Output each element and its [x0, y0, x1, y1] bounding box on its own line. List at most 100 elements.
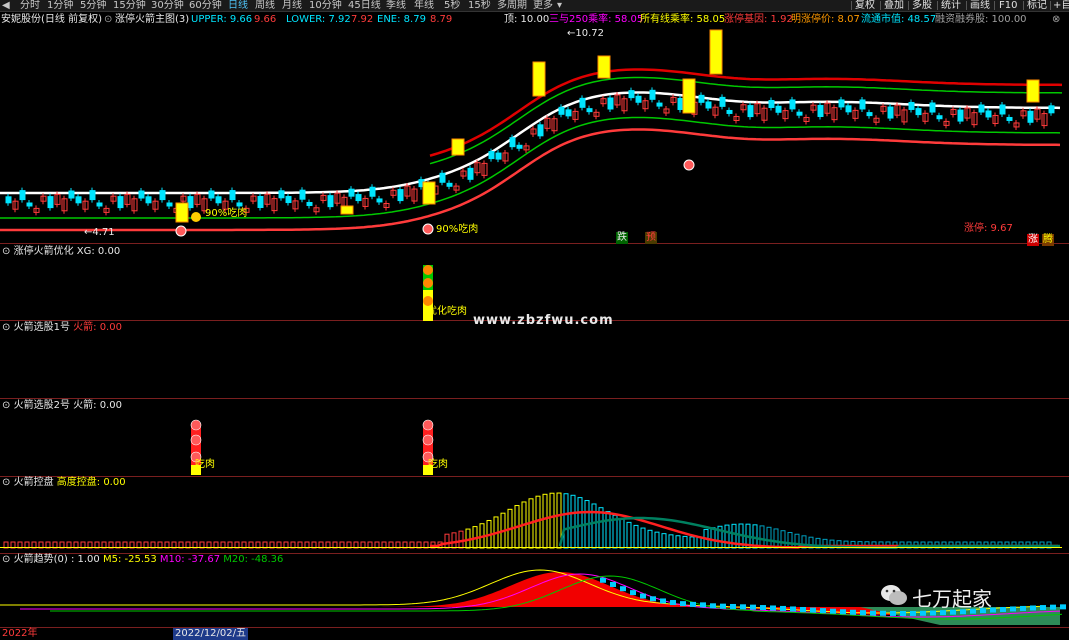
- candle-body: [5, 196, 12, 204]
- trend-marker: [1030, 605, 1036, 611]
- candle-body: [887, 106, 894, 119]
- panel3-settings-icon[interactable]: ⊙: [2, 400, 10, 411]
- control-bar: [710, 527, 716, 549]
- candle-body: [859, 99, 866, 110]
- red-marker: [175, 225, 187, 237]
- date-axis-year: 2022年: [2, 628, 38, 639]
- candle-body: [656, 102, 663, 107]
- panel2-settings-icon[interactable]: ⊙: [2, 322, 10, 333]
- badge-die: 跌: [616, 232, 628, 244]
- trend-marker: [610, 581, 616, 587]
- low-marker: ←4.71: [84, 227, 115, 238]
- panel2-name[interactable]: 火箭选股1号: [14, 322, 70, 333]
- badge-teng: 腾: [1042, 234, 1054, 246]
- date-cursor: 2022/12/02/五: [173, 628, 249, 640]
- annotation-eat-2: 90%吃肉: [436, 224, 479, 235]
- control-bar: [668, 534, 674, 549]
- limit-up-label: 涨停: 9.67: [964, 223, 1013, 234]
- panel3-annotation-1: 吃肉: [195, 459, 215, 470]
- panel4-name[interactable]: 火箭控盘: [14, 477, 54, 488]
- rocket-ball: [423, 296, 433, 306]
- control-bar: [689, 536, 695, 549]
- trend-marker: [840, 609, 846, 615]
- candle-body: [495, 152, 502, 160]
- candle-body: [999, 104, 1006, 115]
- panel3-annotation-2: 吃肉: [428, 459, 448, 470]
- limit-up-candle: [1026, 79, 1040, 103]
- candle-body: [586, 108, 593, 113]
- candle-body: [768, 99, 775, 108]
- control-bar: [444, 533, 450, 549]
- trend-marker: [870, 610, 876, 616]
- candle-body: [516, 144, 523, 149]
- trend-marker: [740, 604, 746, 610]
- trend-marker: [1010, 606, 1016, 612]
- candle-body: [439, 172, 446, 183]
- trend-marker: [850, 609, 856, 615]
- panel-divider: [0, 398, 1069, 399]
- candle-body: [985, 110, 992, 118]
- panel1-name[interactable]: 涨停火箭优化: [14, 246, 74, 257]
- candle-body: [355, 194, 362, 202]
- candle-body: [817, 104, 824, 117]
- trend-marker: [1020, 605, 1026, 611]
- control-bar: [577, 497, 583, 549]
- trend-marker: [660, 598, 666, 604]
- badge-zhang: 涨: [1027, 234, 1039, 246]
- trend-marker: [810, 607, 816, 613]
- panel1-settings-icon[interactable]: ⊙: [2, 246, 10, 257]
- panel3-name[interactable]: 火箭选股2号: [14, 400, 70, 411]
- control-bar: [458, 530, 464, 549]
- candle-body: [747, 105, 754, 118]
- candle-body: [376, 198, 383, 203]
- wechat-logo-icon: [880, 582, 908, 608]
- candle-body: [628, 90, 635, 99]
- control-line-2: [558, 516, 1060, 550]
- candle-body: [978, 104, 985, 113]
- trend-marker: [880, 610, 886, 616]
- low-marker-value: 4.71: [92, 227, 115, 238]
- candle-body: [26, 202, 33, 207]
- control-bar: [542, 493, 548, 549]
- candle-body: [1027, 110, 1034, 123]
- candle-body: [257, 195, 264, 208]
- control-bar: [570, 494, 576, 549]
- limit-up-candle: [682, 78, 696, 114]
- trend-marker: [830, 608, 836, 614]
- candle-body: [47, 196, 54, 209]
- lower-line-red: [0, 128, 1061, 232]
- candle-body: [607, 97, 614, 110]
- panel5-header: ⊙ 火箭趋势(0) : 1.00 M5: -25.53 M10: -37.67 …: [2, 554, 283, 566]
- panel5-m10: M10: -37.67: [159, 554, 221, 565]
- control-bar: [633, 524, 639, 549]
- trend-marker: [720, 603, 726, 609]
- rocket-ball: [423, 265, 433, 275]
- candle-body: [719, 96, 726, 107]
- control-bar: [563, 493, 569, 549]
- candle-body: [236, 202, 243, 207]
- candle-body: [1006, 116, 1013, 121]
- candle-body: [285, 196, 292, 204]
- panel5-name[interactable]: 火箭趋势(0): [14, 554, 68, 565]
- limit-up-candle: [175, 202, 189, 223]
- candle-body: [208, 190, 215, 199]
- panel1-annotation: 优化吃肉: [427, 306, 467, 317]
- control-bar: [451, 532, 457, 549]
- trend-marker: [920, 610, 926, 616]
- candle-body: [467, 167, 474, 180]
- badge-yu: 预: [645, 232, 657, 244]
- panel5-settings-icon[interactable]: ⊙: [2, 554, 10, 565]
- trend-marker: [730, 603, 736, 609]
- panel4-settings-icon[interactable]: ⊙: [2, 477, 10, 488]
- control-bar: [661, 533, 667, 549]
- candle-body: [726, 109, 733, 114]
- candle-body: [838, 99, 845, 108]
- trend-marker: [900, 611, 906, 616]
- trend-marker: [890, 610, 896, 616]
- candle-body: [775, 105, 782, 113]
- candle-body: [845, 105, 852, 113]
- control-bar: [696, 536, 702, 549]
- candle-body: [159, 190, 166, 201]
- candle-body: [306, 201, 313, 206]
- candle-body: [915, 108, 922, 116]
